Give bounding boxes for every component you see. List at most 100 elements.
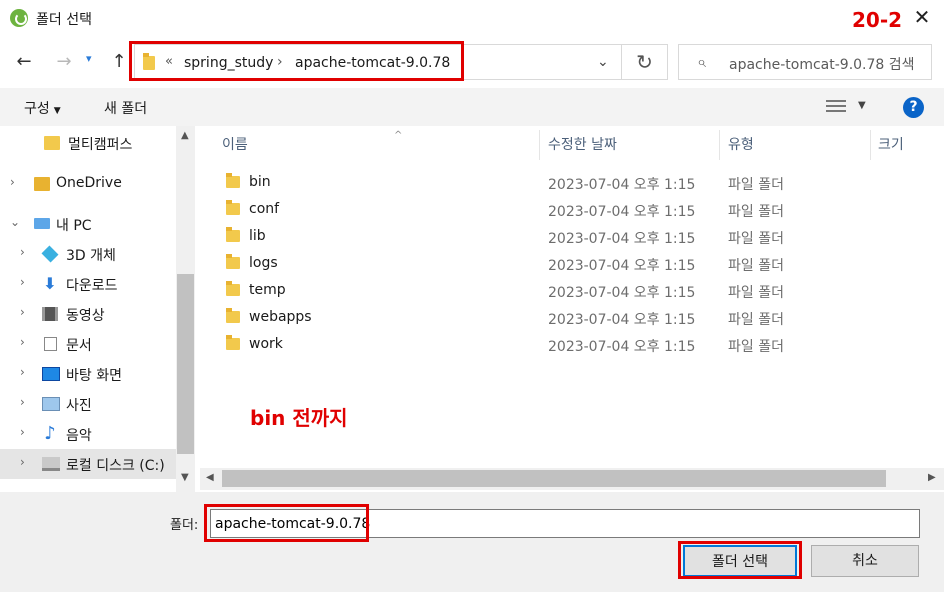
navigation-bar: ← → ▾ ↑ « spring_study › apache-tomcat-9… [0, 38, 944, 88]
scrollbar-thumb[interactable] [177, 274, 194, 454]
chevron-right-icon[interactable]: › [20, 305, 25, 319]
column-header-size[interactable]: 크기 [878, 134, 904, 154]
folder-field-label: 폴더: [170, 518, 199, 533]
file-name: conf [249, 201, 280, 217]
up-button[interactable]: ↑ [107, 51, 131, 72]
sidebar-item-label: 바탕 화면 [66, 368, 122, 384]
table-row[interactable]: temp 2023-07-04 오후 1:15 파일 폴더 [200, 277, 944, 304]
column-header-name[interactable]: 이름 ^ [222, 130, 402, 154]
file-name: temp [249, 282, 286, 298]
close-button[interactable]: ✕ [908, 4, 936, 32]
file-date: 2023-07-04 오후 1:15 [548, 204, 696, 220]
help-button[interactable]: ? [903, 97, 924, 118]
sidebar-item-onedrive[interactable]: › OneDrive [0, 169, 176, 199]
organize-menu-button[interactable]: 구성 ▼ [24, 98, 61, 118]
column-header-label: 이름 [222, 137, 248, 153]
column-header-type[interactable]: 유형 [728, 134, 754, 154]
music-icon: ♪ [44, 423, 56, 444]
column-header-date[interactable]: 수정한 날짜 [548, 134, 617, 154]
file-type: 파일 폴더 [728, 231, 784, 247]
file-list-horizontal-scrollbar[interactable]: ◀ ▶ [200, 468, 944, 490]
table-row[interactable]: webapps 2023-07-04 오후 1:15 파일 폴더 [200, 304, 944, 331]
sidebar-item-label: 동영상 [66, 308, 105, 324]
forward-button[interactable]: → [52, 51, 76, 72]
view-dropdown-button[interactable]: ▼ [858, 100, 866, 111]
scroll-down-arrow-icon[interactable]: ▼ [181, 472, 189, 483]
organize-label: 구성 [24, 101, 50, 117]
navigation-pane-scrollbar[interactable]: ▲ ▼ [176, 126, 195, 492]
file-name: logs [249, 255, 278, 271]
folder-icon [226, 173, 240, 188]
scrollbar-thumb[interactable] [222, 470, 886, 487]
sidebar-item-desktop[interactable]: › 바탕 화면 [0, 359, 176, 389]
search-input[interactable]: apache-tomcat-9.0.78 검색 [729, 54, 915, 74]
chevron-right-icon[interactable]: › [20, 365, 25, 379]
sidebar-item-this-pc[interactable]: ⌄ 내 PC [0, 209, 176, 239]
chevron-right-icon[interactable]: › [20, 425, 25, 439]
scroll-left-arrow-icon[interactable]: ◀ [206, 472, 214, 483]
table-row[interactable]: logs 2023-07-04 오후 1:15 파일 폴더 [200, 250, 944, 277]
download-icon: ⬇ [43, 274, 57, 293]
sort-ascending-icon: ^ [394, 130, 403, 141]
sidebar-item-local-disk[interactable]: › 로컬 디스크 (C:) [0, 449, 176, 479]
scroll-up-arrow-icon[interactable]: ▲ [181, 130, 189, 141]
sidebar-item-3d-objects[interactable]: › 3D 개체 [0, 239, 176, 269]
address-history-dropdown[interactable]: ⌄ [597, 54, 609, 70]
folder-icon [226, 227, 240, 242]
sidebar-item-label: OneDrive [56, 175, 122, 191]
file-name: work [249, 336, 283, 352]
table-row[interactable]: bin 2023-07-04 오후 1:15 파일 폴더 [200, 169, 944, 196]
sidebar-item-videos[interactable]: › 동영상 [0, 299, 176, 329]
scroll-right-arrow-icon[interactable]: ▶ [928, 472, 936, 483]
file-list-pane: 이름 ^ 수정한 날짜 유형 크기 bin 2023-07-04 오후 1:15… [200, 126, 944, 492]
folder-icon [226, 281, 240, 296]
file-name: lib [249, 228, 266, 244]
sidebar-item-label: 다운로드 [66, 278, 118, 294]
caret-down-icon: ▼ [53, 106, 61, 116]
back-button[interactable]: ← [12, 51, 36, 72]
sidebar-item-pictures[interactable]: › 사진 [0, 389, 176, 419]
search-box[interactable]: ⌕ apache-tomcat-9.0.78 검색 [678, 44, 932, 80]
column-divider[interactable] [870, 130, 871, 160]
search-icon: ⌕ [697, 52, 706, 71]
pc-icon [34, 218, 50, 229]
select-folder-button[interactable]: 폴더 선택 [683, 545, 797, 577]
onedrive-icon [34, 177, 50, 191]
folder-icon [226, 335, 240, 350]
recent-locations-dropdown[interactable]: ▾ [86, 52, 92, 65]
file-type: 파일 폴더 [728, 177, 784, 193]
column-divider[interactable] [539, 130, 540, 160]
refresh-button[interactable]: ↻ [622, 44, 668, 80]
file-name: webapps [249, 309, 312, 325]
video-icon [42, 307, 58, 321]
chevron-right-icon[interactable]: › [20, 455, 25, 469]
view-options-icon[interactable] [826, 98, 846, 114]
folder-name-input[interactable] [210, 509, 920, 538]
chevron-down-icon[interactable]: ⌄ [10, 215, 20, 229]
file-date: 2023-07-04 오후 1:15 [548, 312, 696, 328]
annotation-highlight-address [129, 41, 464, 81]
chevron-right-icon[interactable]: › [20, 245, 25, 259]
file-name: bin [249, 174, 271, 190]
chevron-right-icon[interactable]: › [20, 335, 25, 349]
file-date: 2023-07-04 오후 1:15 [548, 258, 696, 274]
chevron-right-icon[interactable]: › [10, 175, 15, 189]
sidebar-item-documents[interactable]: › 문서 [0, 329, 176, 359]
chevron-right-icon[interactable]: › [20, 275, 25, 289]
sidebar-item-downloads[interactable]: › ⬇ 다운로드 [0, 269, 176, 299]
chevron-right-icon[interactable]: › [20, 395, 25, 409]
sidebar-item-label: 내 PC [56, 218, 92, 234]
document-icon [44, 337, 57, 351]
folder-icon [226, 200, 240, 215]
sidebar-item-label: 멀티캠퍼스 [68, 137, 133, 153]
sidebar-item-music[interactable]: › ♪ 음악 [0, 419, 176, 449]
table-row[interactable]: work 2023-07-04 오후 1:15 파일 폴더 [200, 331, 944, 358]
sidebar-item-label: 로컬 디스크 (C:) [66, 458, 165, 474]
cancel-button[interactable]: 취소 [811, 545, 919, 577]
table-row[interactable]: conf 2023-07-04 오후 1:15 파일 폴더 [200, 196, 944, 223]
sidebar-item-multicampus[interactable]: 멀티캠퍼스 [0, 128, 176, 158]
column-divider[interactable] [719, 130, 720, 160]
table-row[interactable]: lib 2023-07-04 오후 1:15 파일 폴더 [200, 223, 944, 250]
new-folder-button[interactable]: 새 폴더 [104, 98, 147, 118]
command-toolbar: 구성 ▼ 새 폴더 ▼ ? [0, 88, 944, 126]
